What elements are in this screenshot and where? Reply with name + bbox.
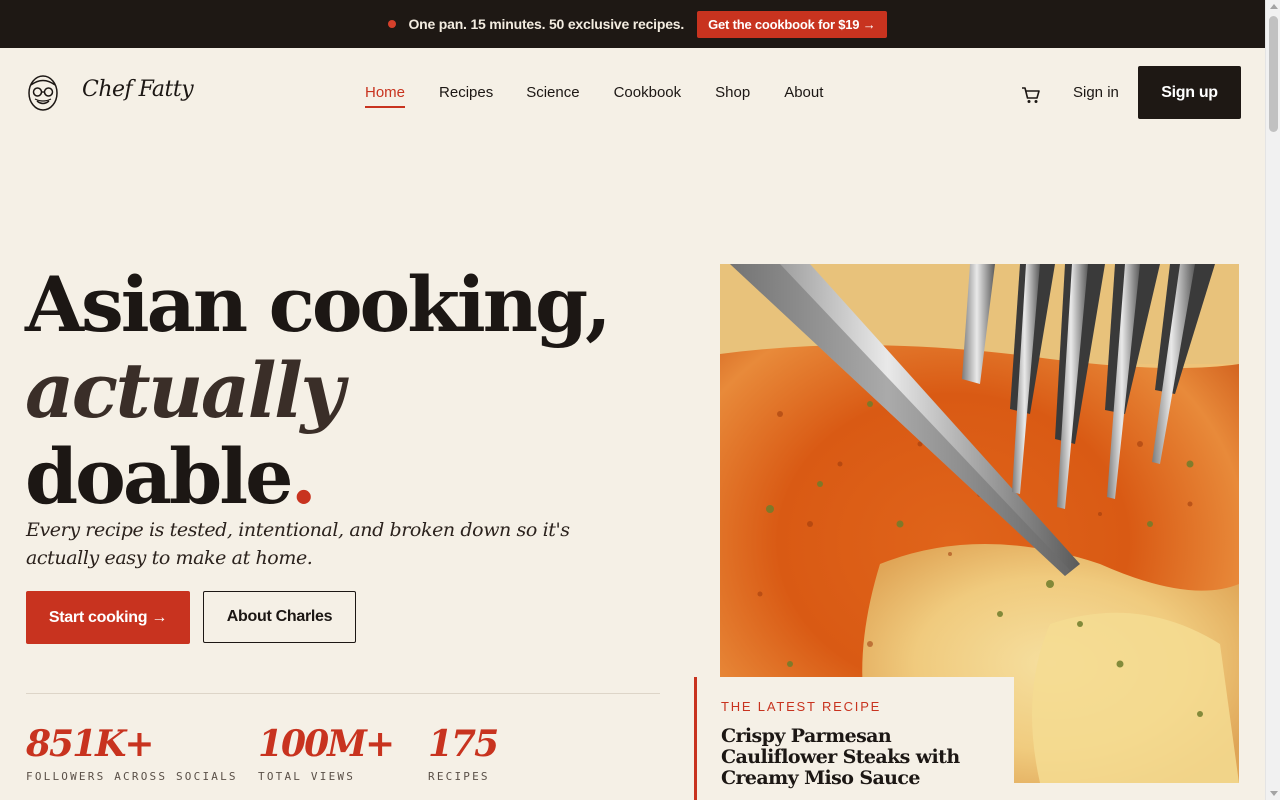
headline-period: . — [290, 432, 317, 521]
chef-face-logo-icon[interactable] — [26, 72, 60, 112]
stat-value: 175 — [428, 723, 499, 765]
stat-label: FOLLOWERS ACROSS SOCIALS — [26, 770, 238, 783]
stat-label: TOTAL VIEWS — [258, 770, 356, 783]
latest-recipe-title[interactable]: Crispy Parmesan Cauliflower Steaks with … — [721, 726, 1011, 789]
nav-item-home[interactable]: Home — [365, 84, 406, 108]
nav-item-about[interactable]: About — [784, 84, 823, 101]
nav-item-recipes[interactable]: Recipes — [439, 84, 493, 101]
headline-line-2: actually — [25, 346, 345, 435]
start-cooking-button[interactable]: Start cooking → — [26, 591, 190, 644]
nav-item-science[interactable]: Science — [526, 84, 579, 101]
cookbook-cta-button[interactable]: Get the cookbook for $19 → — [697, 10, 887, 38]
stat-recipes: 175 RECIPES — [428, 722, 499, 783]
sign-up-button[interactable]: Sign up — [1138, 66, 1241, 119]
hero-headline: Asian cooking, actually doable. — [25, 260, 612, 520]
announcement-bar: One pan. 15 minutes. 50 exclusive recipe… — [0, 0, 1265, 48]
latest-recipe-kicker: THE LATEST RECIPE — [721, 699, 882, 714]
headline-line-1: Asian cooking, — [25, 260, 612, 349]
stat-value: 100M+ — [258, 723, 395, 765]
cart-icon[interactable] — [1021, 85, 1041, 105]
scrollbar-thumb[interactable] — [1269, 16, 1278, 132]
main-nav: Home Recipes Science Cookbook Shop About — [365, 84, 823, 108]
latest-recipe-card[interactable]: THE LATEST RECIPE Crispy Parmesan Caulif… — [694, 677, 1014, 800]
sign-in-link[interactable]: Sign in — [1073, 84, 1119, 101]
headline-line-3: doable. — [25, 434, 609, 520]
live-dot-icon — [388, 20, 397, 28]
stat-label: RECIPES — [428, 770, 490, 783]
stats-divider — [26, 693, 660, 694]
scroll-up-arrow-icon[interactable] — [1270, 4, 1278, 9]
page-scrollbar[interactable] — [1265, 0, 1280, 800]
stat-value: 851K+ — [26, 723, 155, 765]
scroll-down-arrow-icon[interactable] — [1270, 791, 1278, 796]
stat-views: 100M+ TOTAL VIEWS — [258, 722, 395, 783]
about-charles-button[interactable]: About Charles — [203, 591, 356, 643]
headline-doable: doable — [25, 432, 293, 521]
hero-subtitle: Every recipe is tested, intentional, and… — [26, 519, 570, 569]
nav-item-cookbook[interactable]: Cookbook — [614, 84, 682, 101]
announcement-message: One pan. 15 minutes. 50 exclusive recipe… — [408, 16, 685, 32]
site-header: Chef Fatty Home Recipes Science Cookbook… — [0, 48, 1265, 140]
stat-followers: 851K+ FOLLOWERS ACROSS SOCIALS — [26, 722, 238, 783]
brand-wordmark[interactable]: Chef Fatty — [82, 77, 194, 102]
nav-item-shop[interactable]: Shop — [715, 84, 750, 101]
